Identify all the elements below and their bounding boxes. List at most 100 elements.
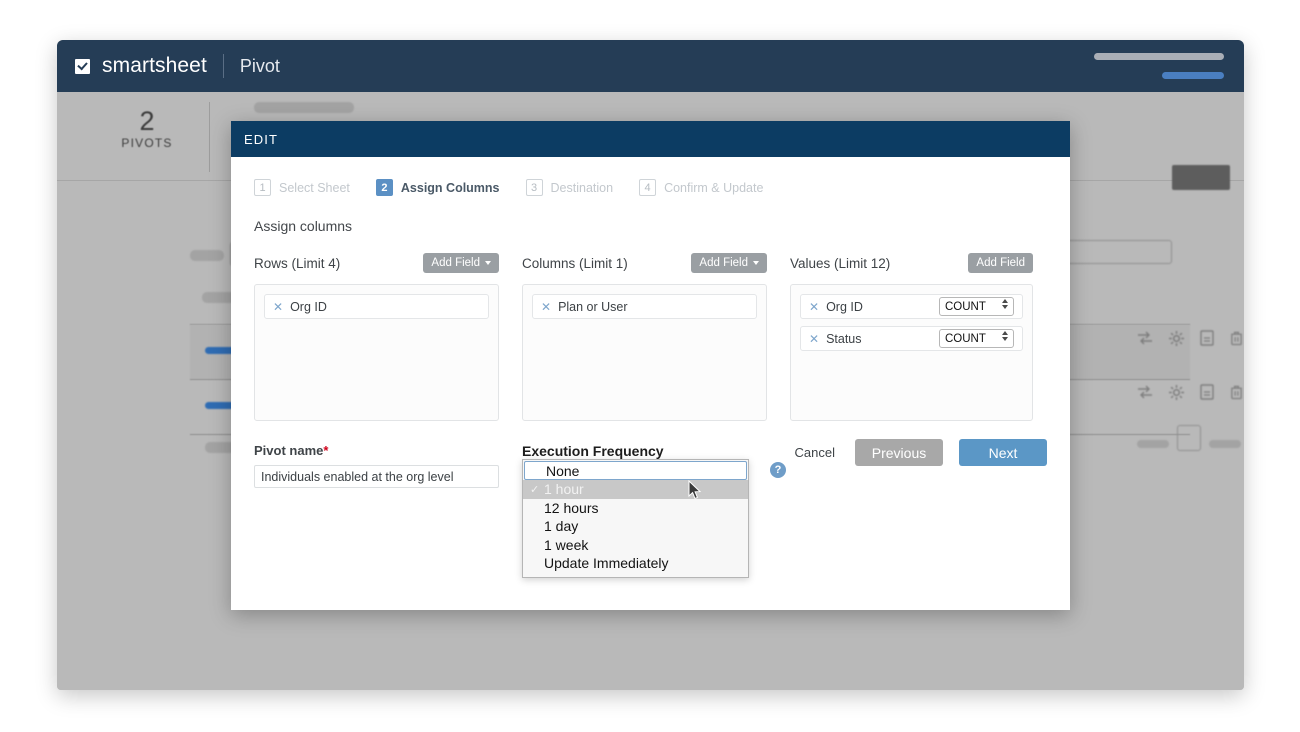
- trash-icon: [1230, 330, 1243, 346]
- topbar-placeholder-button: [1162, 72, 1224, 79]
- step-label: Confirm & Update: [664, 181, 763, 195]
- add-field-button-rows[interactable]: Add Field: [423, 253, 499, 273]
- pivot-count-number: 2: [102, 106, 192, 136]
- dropdown-option-label: None: [546, 463, 579, 479]
- panel-dropzone-values[interactable]: ✕ Org ID COUNT: [790, 284, 1033, 421]
- gear-icon: [1169, 385, 1184, 400]
- brand-divider: [223, 54, 224, 78]
- pivot-name-label-text: Pivot name: [254, 443, 323, 458]
- add-field-label: Add Field: [431, 257, 480, 269]
- dropdown-option-label: 12 hours: [544, 500, 598, 516]
- pivot-name-label: Pivot name*: [254, 443, 499, 458]
- wizard-step-select-sheet[interactable]: 1 Select Sheet: [254, 179, 350, 196]
- pivot-count-label: PIVOTS: [102, 136, 192, 150]
- screen: smartsheet Pivot 2 PIVOTS: [0, 0, 1300, 732]
- panel-rows: Rows (Limit 4) Add Field ✕ Org ID: [254, 252, 499, 421]
- step-number: 1: [254, 179, 271, 196]
- execution-frequency-dropdown[interactable]: None ✓ 1 hour 12 hours 1 day: [522, 459, 749, 578]
- dropdown-option-update-immediately[interactable]: Update Immediately: [523, 554, 748, 573]
- wizard-step-assign-columns[interactable]: 2 Assign Columns: [376, 179, 500, 196]
- panel-title: Rows (Limit 4): [254, 256, 340, 271]
- close-x-icon[interactable]: ✕: [809, 333, 819, 345]
- step-label: Select Sheet: [279, 181, 350, 195]
- execution-frequency-label: Execution Frequency: [522, 443, 772, 459]
- close-x-icon[interactable]: ✕: [809, 301, 819, 313]
- close-x-icon[interactable]: ✕: [541, 301, 551, 313]
- dialog-body: 1 Select Sheet 2 Assign Columns 3 Destin…: [231, 157, 1070, 488]
- step-label: Assign Columns: [401, 181, 500, 195]
- add-field-button-columns[interactable]: Add Field: [691, 253, 767, 273]
- wizard-step-confirm-update[interactable]: 4 Confirm & Update: [639, 179, 763, 196]
- module-name: Pivot: [240, 56, 280, 77]
- close-x-icon[interactable]: ✕: [273, 301, 283, 313]
- panel-dropzone-rows[interactable]: ✕ Org ID: [254, 284, 499, 421]
- ghost-search-box: [1067, 240, 1172, 264]
- field-chip-label: Plan or User: [558, 300, 627, 314]
- field-chip[interactable]: ✕ Plan or User: [532, 294, 757, 319]
- panel-columns: Columns (Limit 1) Add Field ✕ Plan or Us…: [522, 252, 767, 421]
- panel-values: Values (Limit 12) Add Field ✕ Org ID: [790, 252, 1033, 421]
- required-asterisk: *: [323, 443, 328, 458]
- dropdown-option-1-week[interactable]: 1 week: [523, 536, 748, 555]
- ghost-row-actions-1: [1137, 330, 1243, 346]
- dropdown-option-label: 1 week: [544, 537, 588, 553]
- dropdown-option-label: 1 day: [544, 518, 578, 534]
- ghost-pagination-box: [1177, 425, 1201, 451]
- add-field-label: Add Field: [699, 257, 748, 269]
- checkmark-icon: ✓: [530, 483, 539, 496]
- brand-name: smartsheet: [102, 54, 207, 78]
- pivot-name-input[interactable]: [254, 465, 499, 488]
- help-question-icon[interactable]: ?: [770, 462, 786, 478]
- panel-header: Values (Limit 12) Add Field: [790, 252, 1033, 274]
- field-chip-label: Status: [826, 332, 861, 346]
- dialog-title: EDIT: [244, 132, 278, 147]
- chevron-down-icon: [485, 261, 491, 265]
- ghost-pagination-prev: [1137, 440, 1169, 448]
- transfer-icon: [1137, 331, 1153, 345]
- aggregate-select-wrap: COUNT: [939, 297, 1014, 316]
- topbar-placeholder-bar: [1094, 53, 1224, 60]
- step-number: 4: [639, 179, 656, 196]
- header-divider: [209, 102, 210, 172]
- panel-title: Columns (Limit 1): [522, 256, 628, 271]
- copy-document-icon: [1200, 330, 1214, 346]
- assign-panels: Rows (Limit 4) Add Field ✕ Org ID: [254, 252, 1047, 421]
- dropdown-option-none[interactable]: None: [524, 461, 747, 480]
- brand: smartsheet Pivot: [75, 54, 280, 78]
- dropdown-option-1-day[interactable]: 1 day: [523, 517, 748, 536]
- aggregate-select-wrap: COUNT: [939, 329, 1014, 348]
- field-chip[interactable]: ✕ Org ID: [264, 294, 489, 319]
- ghost-account-button: [1172, 165, 1230, 190]
- trash-icon: [1230, 384, 1243, 400]
- cancel-button[interactable]: Cancel: [791, 441, 839, 464]
- field-chip[interactable]: ✕ Status COUNT: [800, 326, 1023, 351]
- panel-dropzone-columns[interactable]: ✕ Plan or User: [522, 284, 767, 421]
- ghost-toolbar-pill-1: [190, 250, 224, 261]
- aggregate-select-org-id[interactable]: COUNT: [939, 297, 1014, 316]
- dialog-header: EDIT: [231, 121, 1070, 157]
- chevron-down-icon: [753, 261, 759, 265]
- transfer-icon: [1137, 385, 1153, 399]
- aggregate-select-status[interactable]: COUNT: [939, 329, 1014, 348]
- checkmark-logo-icon: [75, 59, 90, 74]
- dropdown-option-12-hours[interactable]: 12 hours: [523, 499, 748, 518]
- gear-icon: [1169, 331, 1184, 346]
- panel-header: Rows (Limit 4) Add Field: [254, 252, 499, 274]
- wizard-steps: 1 Select Sheet 2 Assign Columns 3 Destin…: [254, 157, 1047, 196]
- add-field-button-values[interactable]: Add Field: [968, 253, 1033, 273]
- step-number: 2: [376, 179, 393, 196]
- ghost-label-bar: [254, 102, 354, 113]
- wizard-step-destination[interactable]: 3 Destination: [526, 179, 614, 196]
- edit-dialog: EDIT 1 Select Sheet 2 Assign Columns 3 D…: [231, 121, 1070, 610]
- add-field-label: Add Field: [976, 257, 1025, 269]
- panel-title: Values (Limit 12): [790, 256, 890, 271]
- dropdown-option-1-hour[interactable]: ✓ 1 hour: [523, 480, 748, 499]
- field-chip-label: Org ID: [290, 300, 327, 314]
- next-button[interactable]: Next: [959, 439, 1047, 466]
- previous-button[interactable]: Previous: [855, 439, 943, 466]
- pivot-count: 2 PIVOTS: [102, 106, 192, 150]
- panel-header: Columns (Limit 1) Add Field: [522, 252, 767, 274]
- execution-frequency-group: Execution Frequency None ✓ 1 hour 12 hou…: [522, 443, 772, 488]
- pivot-name-field-group: Pivot name*: [254, 443, 499, 488]
- field-chip[interactable]: ✕ Org ID COUNT: [800, 294, 1023, 319]
